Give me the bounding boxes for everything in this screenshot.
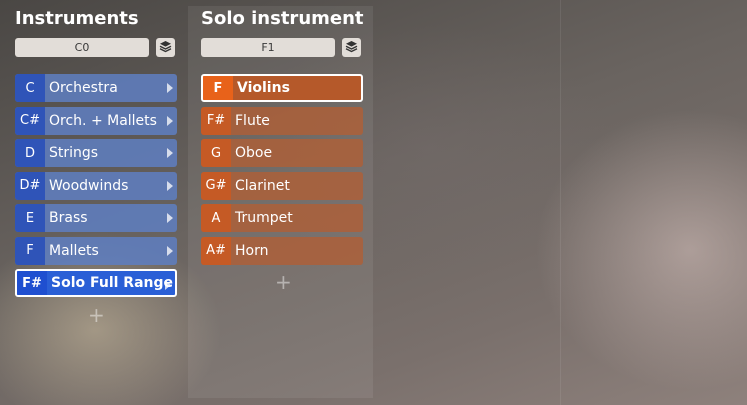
item-label: Orchestra <box>49 80 118 96</box>
chevron-right-icon[interactable] <box>167 83 173 93</box>
chevron-right-icon[interactable] <box>167 213 173 223</box>
instrument-item-orchestra[interactable]: C Orchestra <box>15 74 177 102</box>
item-label: Horn <box>235 242 269 259</box>
item-label: Woodwinds <box>49 177 129 194</box>
solo-instrument-title: Solo instrument <box>201 8 364 29</box>
stack-icon <box>159 38 172 57</box>
instruments-title: Instruments <box>15 8 139 29</box>
add-instrument-button[interactable]: + <box>88 303 105 327</box>
item-label: Brass <box>49 210 88 226</box>
add-solo-instrument-button[interactable]: + <box>275 270 292 294</box>
item-key: F <box>203 76 233 100</box>
chevron-right-icon[interactable] <box>167 148 173 158</box>
item-key: A# <box>201 236 231 265</box>
solo-key-field[interactable]: F1 <box>201 38 335 57</box>
instrument-item-orch-mallets[interactable]: C# Orch. + Mallets <box>15 106 177 135</box>
solo-item-horn[interactable]: A# Horn <box>201 236 363 265</box>
solo-stack-button[interactable] <box>342 38 361 57</box>
solo-item-clarinet[interactable]: G# Clarinet <box>201 171 363 200</box>
item-label: Orch. + Mallets <box>49 112 157 129</box>
item-key: C# <box>15 106 45 135</box>
item-label: Violins <box>237 80 290 96</box>
solo-instrument-panel: Solo instrument F1 F Violins F# Flute G … <box>188 0 373 405</box>
item-key: F <box>15 236 45 265</box>
solo-item-flute[interactable]: F# Flute <box>201 106 363 135</box>
instruments-list: C Orchestra C# Orch. + Mallets D Strings… <box>15 74 177 302</box>
solo-item-oboe[interactable]: G Oboe <box>201 139 363 167</box>
column-divider <box>560 0 561 405</box>
item-key: F# <box>201 106 231 135</box>
item-label: Strings <box>49 145 99 161</box>
item-key: F# <box>17 271 47 295</box>
chevron-right-icon[interactable] <box>165 280 171 290</box>
instruments-panel: Instruments C0 C Orchestra C# Orch. + Ma… <box>0 0 188 405</box>
chevron-right-icon[interactable] <box>167 245 173 256</box>
instruments-key-field[interactable]: C0 <box>15 38 149 57</box>
solo-item-trumpet[interactable]: A Trumpet <box>201 204 363 232</box>
item-label: Oboe <box>235 145 273 161</box>
item-label: Trumpet <box>235 210 293 226</box>
instrument-item-mallets[interactable]: F Mallets <box>15 236 177 265</box>
instrument-item-brass[interactable]: E Brass <box>15 204 177 232</box>
instruments-stack-button[interactable] <box>156 38 175 57</box>
item-key: C <box>15 74 45 102</box>
item-label: Clarinet <box>235 177 290 194</box>
instrument-item-strings[interactable]: D Strings <box>15 139 177 167</box>
item-key: D# <box>15 171 45 200</box>
item-key: D <box>15 139 45 167</box>
chevron-right-icon[interactable] <box>167 180 173 191</box>
chevron-right-icon[interactable] <box>167 115 173 126</box>
item-label: Flute <box>235 112 270 129</box>
item-key: G# <box>201 171 231 200</box>
item-key: G <box>201 139 231 167</box>
instrument-item-woodwinds[interactable]: D# Woodwinds <box>15 171 177 200</box>
stack-icon <box>345 38 358 57</box>
item-key: E <box>15 204 45 232</box>
instrument-item-solo-full-range[interactable]: F# Solo Full Range <box>15 269 177 297</box>
solo-item-violins[interactable]: F Violins <box>201 74 363 102</box>
item-label: Solo Full Range <box>51 275 174 291</box>
item-key: A <box>201 204 231 232</box>
solo-instrument-list: F Violins F# Flute G Oboe G# Clarinet A … <box>201 74 363 269</box>
item-label: Mallets <box>49 242 99 259</box>
